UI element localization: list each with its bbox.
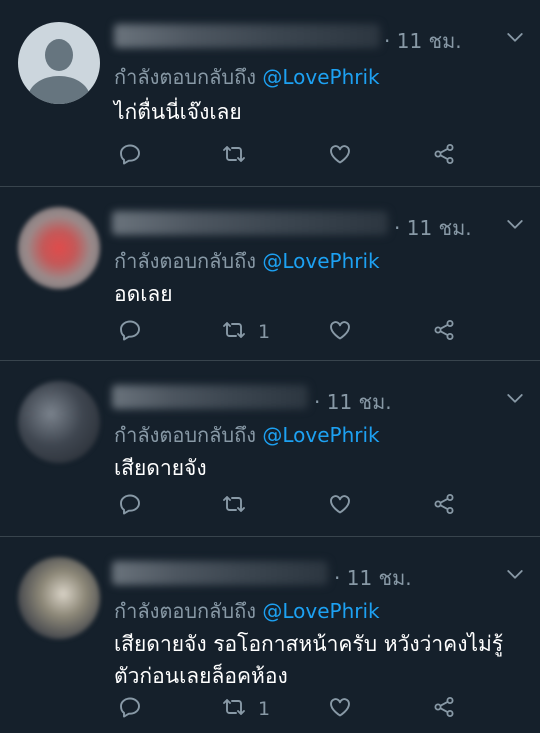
retweet-icon xyxy=(222,142,246,170)
retweet-icon xyxy=(222,695,246,723)
reply-icon xyxy=(118,492,142,520)
tweet-text: อดเลย xyxy=(114,282,173,306)
redacted-username[interactable] xyxy=(114,24,380,48)
share-button[interactable] xyxy=(432,141,456,171)
retweet-button[interactable] xyxy=(222,491,258,521)
mention-link[interactable]: @LovePhrik xyxy=(262,599,379,623)
reply-icon xyxy=(118,142,142,170)
like-button[interactable] xyxy=(328,141,352,171)
tweet-timestamp[interactable]: · 11 ชม. xyxy=(394,212,472,244)
retweet-button[interactable]: 1 xyxy=(222,317,270,347)
replying-to: กำลังตอบกลับถึง @LovePhrik xyxy=(114,419,380,451)
retweet-icon xyxy=(222,492,246,520)
reply-prefix: กำลังตอบกลับถึง xyxy=(114,599,256,623)
avatar[interactable] xyxy=(18,557,100,639)
reply-button[interactable] xyxy=(118,694,142,724)
share-button[interactable] xyxy=(432,491,456,521)
retweet-button[interactable]: 1 xyxy=(222,694,270,724)
avatar[interactable] xyxy=(18,207,100,289)
share-icon xyxy=(432,318,456,346)
redacted-username[interactable] xyxy=(112,385,308,409)
chevron-down-icon[interactable] xyxy=(506,28,524,46)
reply-button[interactable] xyxy=(118,141,142,171)
tweet-text: เสียดายจัง รอโอกาสหน้าครับ หวังว่าคงไม่ร… xyxy=(114,632,504,688)
tweet-actions xyxy=(0,141,540,171)
heart-icon xyxy=(328,318,352,346)
mention-link[interactable]: @LovePhrik xyxy=(262,65,379,89)
share-icon xyxy=(432,492,456,520)
default-avatar-icon xyxy=(45,39,73,71)
reply-prefix: กำลังตอบกลับถึง xyxy=(114,249,256,273)
avatar[interactable] xyxy=(18,381,100,463)
chevron-down-icon[interactable] xyxy=(506,565,524,583)
replying-to: กำลังตอบกลับถึง @LovePhrik xyxy=(114,595,380,627)
chevron-down-icon[interactable] xyxy=(506,215,524,233)
replying-to: กำลังตอบกลับถึง @LovePhrik xyxy=(114,61,380,93)
retweet-count: 1 xyxy=(258,698,271,720)
reply-feed: · 11 ชม. กำลังตอบกลับถึง @LovePhrik ไก่ต… xyxy=(0,0,540,733)
heart-icon xyxy=(328,142,352,170)
reply-icon xyxy=(118,695,142,723)
heart-icon xyxy=(328,492,352,520)
avatar[interactable] xyxy=(18,22,100,104)
share-button[interactable] xyxy=(432,317,456,347)
tweet-timestamp[interactable]: · 11 ชม. xyxy=(314,386,392,418)
heart-icon xyxy=(328,695,352,723)
like-button[interactable] xyxy=(328,317,352,347)
tweet[interactable]: · 11 ชม. กำลังตอบกลับถึง @LovePhrik เสีย… xyxy=(0,361,540,537)
reply-prefix: กำลังตอบกลับถึง xyxy=(114,65,256,89)
redacted-username[interactable] xyxy=(112,561,328,585)
replying-to: กำลังตอบกลับถึง @LovePhrik xyxy=(114,245,380,277)
share-button[interactable] xyxy=(432,694,456,724)
like-button[interactable] xyxy=(328,694,352,724)
retweet-icon xyxy=(222,318,246,346)
tweet-timestamp[interactable]: · 11 ชม. xyxy=(334,562,412,594)
tweet[interactable]: · 11 ชม. กำลังตอบกลับถึง @LovePhrik เสีย… xyxy=(0,537,540,733)
default-avatar-body xyxy=(28,76,90,104)
tweet[interactable]: · 11 ชม. กำลังตอบกลับถึง @LovePhrik ไก่ต… xyxy=(0,0,540,187)
share-icon xyxy=(432,142,456,170)
tweet[interactable]: · 11 ชม. กำลังตอบกลับถึง @LovePhrik อดเล… xyxy=(0,187,540,361)
reply-icon xyxy=(118,318,142,346)
retweet-button[interactable] xyxy=(222,141,258,171)
tweet-actions xyxy=(0,491,540,521)
chevron-down-icon[interactable] xyxy=(506,389,524,407)
mention-link[interactable]: @LovePhrik xyxy=(262,249,379,273)
retweet-count: 1 xyxy=(258,321,271,343)
like-button[interactable] xyxy=(328,491,352,521)
tweet-text: ไก่ตื่นนี่เจ๊งเลย xyxy=(114,100,242,124)
share-icon xyxy=(432,695,456,723)
reply-button[interactable] xyxy=(118,491,142,521)
redacted-username[interactable] xyxy=(112,211,388,235)
tweet-actions: 1 xyxy=(0,317,540,347)
reply-button[interactable] xyxy=(118,317,142,347)
mention-link[interactable]: @LovePhrik xyxy=(262,423,379,447)
tweet-text: เสียดายจัง xyxy=(114,456,207,480)
tweet-actions: 1 xyxy=(0,694,540,724)
tweet-timestamp[interactable]: · 11 ชม. xyxy=(384,25,462,57)
reply-prefix: กำลังตอบกลับถึง xyxy=(114,423,256,447)
